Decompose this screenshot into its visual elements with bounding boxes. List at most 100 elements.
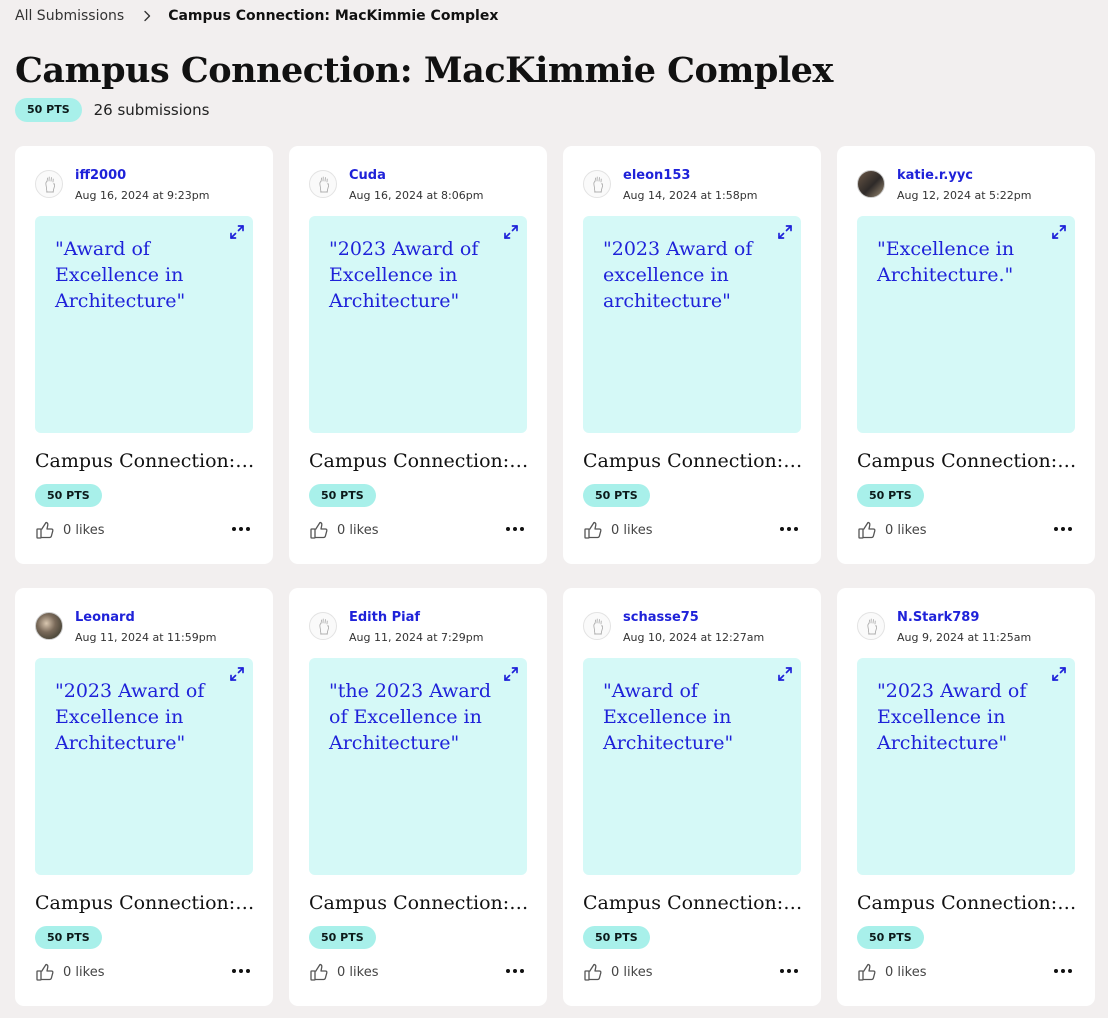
submission-preview[interactable]: "2023 Award of Excellence in Architectur… <box>857 658 1075 875</box>
expand-icon[interactable] <box>503 666 519 682</box>
more-options-icon[interactable] <box>779 967 799 975</box>
submission-timestamp: Aug 10, 2024 at 12:27am <box>623 631 765 644</box>
submission-preview[interactable]: "2023 Award of excellence in architectur… <box>583 216 801 433</box>
submission-preview[interactable]: "Excellence in Architecture." <box>857 216 1075 433</box>
breadcrumb-current: Campus Connection: MacKimmie Complex <box>168 8 499 24</box>
more-options-icon[interactable] <box>1053 967 1073 975</box>
more-options-icon[interactable] <box>1053 525 1073 533</box>
like-button[interactable]: 0 likes <box>583 520 652 540</box>
thumbs-up-icon <box>310 963 328 981</box>
submission-card[interactable]: katie.r.yyc Aug 12, 2024 at 5:22pm "Exce… <box>837 146 1095 564</box>
card-header: eleon153 Aug 14, 2024 at 1:58pm <box>583 168 757 203</box>
submission-preview[interactable]: "Award of Excellence in Architecture" <box>35 216 253 433</box>
card-header: Edith Piaf Aug 11, 2024 at 7:29pm <box>309 610 483 645</box>
breadcrumb: All Submissions Campus Connection: MacKi… <box>15 7 498 25</box>
avatar[interactable] <box>857 612 885 640</box>
breadcrumb-all-submissions[interactable]: All Submissions <box>15 7 124 25</box>
avatar[interactable] <box>35 170 63 198</box>
preview-text: "2023 Award of Excellence in Architectur… <box>329 238 479 312</box>
thumbs-up-icon <box>36 963 54 981</box>
expand-icon[interactable] <box>503 224 519 240</box>
preview-text: "2023 Award of Excellence in Architectur… <box>877 680 1027 754</box>
card-title: Campus Connection: MacKimmie Complex <box>583 450 805 472</box>
submission-card[interactable]: Edith Piaf Aug 11, 2024 at 7:29pm "the 2… <box>289 588 547 1006</box>
thumbs-up-icon <box>584 521 602 539</box>
username-link[interactable]: eleon153 <box>623 168 757 184</box>
thumbs-up-icon <box>858 521 876 539</box>
username-link[interactable]: Leonard <box>75 610 216 626</box>
avatar[interactable] <box>309 170 337 198</box>
submission-timestamp: Aug 16, 2024 at 9:23pm <box>75 189 210 202</box>
expand-icon[interactable] <box>229 224 245 240</box>
like-button[interactable]: 0 likes <box>309 962 378 982</box>
username-link[interactable]: Edith Piaf <box>349 610 483 626</box>
avatar[interactable] <box>583 612 611 640</box>
submission-preview[interactable]: "2023 Award of Excellence in Architectur… <box>309 216 527 433</box>
preview-text: "2023 Award of Excellence in Architectur… <box>55 680 205 754</box>
submission-timestamp: Aug 9, 2024 at 11:25am <box>897 631 1032 644</box>
points-badge: 50 PTS <box>35 484 102 507</box>
thumbs-up-icon <box>584 963 602 981</box>
like-button[interactable]: 0 likes <box>309 520 378 540</box>
username-link[interactable]: Cuda <box>349 168 483 184</box>
submission-preview[interactable]: "the 2023 Award of Excellence in Archite… <box>309 658 527 875</box>
submission-count: 26 submissions <box>93 101 210 119</box>
username-link[interactable]: iff2000 <box>75 168 209 184</box>
card-title: Campus Connection: MacKimmie Complex <box>309 450 531 472</box>
like-button[interactable]: 0 likes <box>857 520 926 540</box>
submission-card[interactable]: N.Stark789 Aug 9, 2024 at 11:25am "2023 … <box>837 588 1095 1006</box>
expand-icon[interactable] <box>1051 666 1067 682</box>
preview-text: "Award of Excellence in Architecture" <box>55 238 186 312</box>
preview-text: "Award of Excellence in Architecture" <box>603 680 734 754</box>
thumbs-up-icon <box>310 521 328 539</box>
card-header: iff2000 Aug 16, 2024 at 9:23pm <box>35 168 209 203</box>
like-count: 0 likes <box>611 522 653 538</box>
page-title: Campus Connection: MacKimmie Complex <box>15 50 833 91</box>
more-options-icon[interactable] <box>231 525 251 533</box>
points-badge: 50 PTS <box>309 484 376 507</box>
avatar-photo[interactable] <box>35 612 63 640</box>
like-count: 0 likes <box>611 964 653 980</box>
username-link[interactable]: schasse75 <box>623 610 764 626</box>
submission-card[interactable]: iff2000 Aug 16, 2024 at 9:23pm "Award of… <box>15 146 273 564</box>
preview-text: "the 2023 Award of Excellence in Archite… <box>329 680 491 754</box>
expand-icon[interactable] <box>777 224 793 240</box>
submission-card[interactable]: Leonard Aug 11, 2024 at 11:59pm "2023 Aw… <box>15 588 273 1006</box>
avatar-photo[interactable] <box>857 170 885 198</box>
like-count: 0 likes <box>337 522 379 538</box>
preview-text: "2023 Award of excellence in architectur… <box>603 238 753 312</box>
card-header: Cuda Aug 16, 2024 at 8:06pm <box>309 168 483 203</box>
expand-icon[interactable] <box>777 666 793 682</box>
like-count: 0 likes <box>885 522 927 538</box>
username-link[interactable]: katie.r.yyc <box>897 168 1031 184</box>
submission-card[interactable]: eleon153 Aug 14, 2024 at 1:58pm "2023 Aw… <box>563 146 821 564</box>
username-link[interactable]: N.Stark789 <box>897 610 1031 626</box>
points-badge: 50 PTS <box>857 484 924 507</box>
like-count: 0 likes <box>337 964 379 980</box>
thumbs-up-icon <box>36 521 54 539</box>
like-button[interactable]: 0 likes <box>35 962 104 982</box>
like-button[interactable]: 0 likes <box>35 520 104 540</box>
more-options-icon[interactable] <box>505 525 525 533</box>
submission-preview[interactable]: "Award of Excellence in Architecture" <box>583 658 801 875</box>
card-header: schasse75 Aug 10, 2024 at 12:27am <box>583 610 764 645</box>
more-options-icon[interactable] <box>231 967 251 975</box>
like-button[interactable]: 0 likes <box>583 962 652 982</box>
submission-card[interactable]: Cuda Aug 16, 2024 at 8:06pm "2023 Award … <box>289 146 547 564</box>
card-title: Campus Connection: MacKimmie Complex <box>35 892 257 914</box>
expand-icon[interactable] <box>229 666 245 682</box>
submission-card[interactable]: schasse75 Aug 10, 2024 at 12:27am "Award… <box>563 588 821 1006</box>
expand-icon[interactable] <box>1051 224 1067 240</box>
avatar[interactable] <box>309 612 337 640</box>
points-badge: 50 PTS <box>583 926 650 949</box>
submission-preview[interactable]: "2023 Award of Excellence in Architectur… <box>35 658 253 875</box>
avatar[interactable] <box>583 170 611 198</box>
points-badge: 50 PTS <box>15 98 82 122</box>
points-badge: 50 PTS <box>309 926 376 949</box>
card-header: Leonard Aug 11, 2024 at 11:59pm <box>35 610 216 645</box>
thumbs-up-icon <box>858 963 876 981</box>
more-options-icon[interactable] <box>779 525 799 533</box>
preview-text: "Excellence in Architecture." <box>877 238 1015 286</box>
like-button[interactable]: 0 likes <box>857 962 926 982</box>
more-options-icon[interactable] <box>505 967 525 975</box>
